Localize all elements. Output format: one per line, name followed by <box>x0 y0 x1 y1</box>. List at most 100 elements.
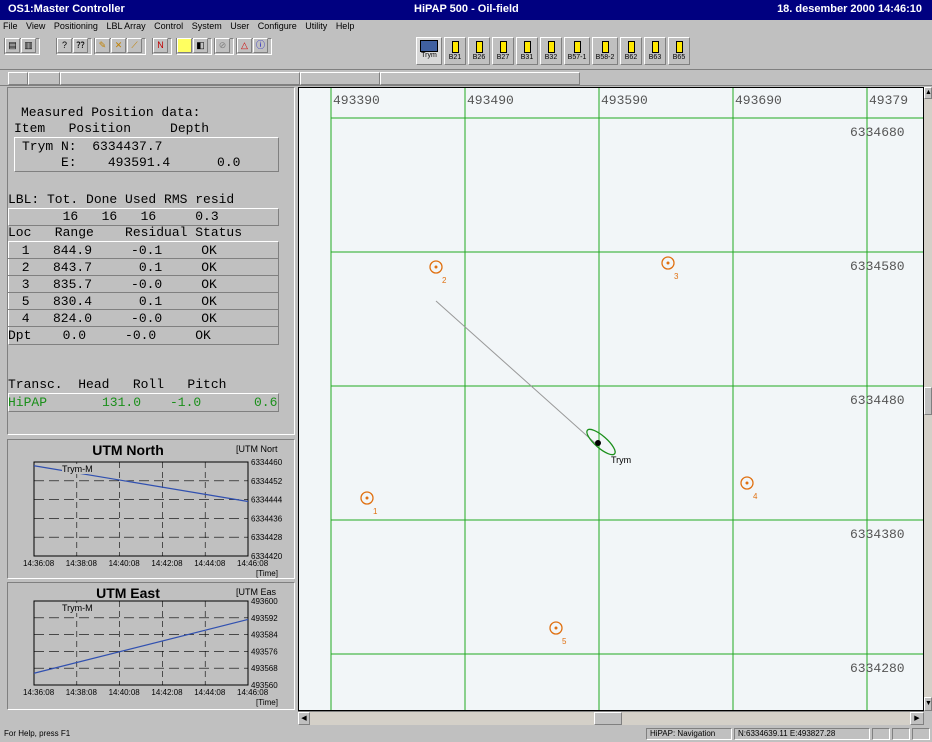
navigation-map[interactable]: 493390 493490 493590 493690 49379 6334680 6334… <box>298 87 924 711</box>
transceiver-header: Transc. Head Roll Pitch <box>8 377 227 392</box>
menu-control[interactable]: Control <box>151 20 186 31</box>
menu-view[interactable]: View <box>23 20 48 31</box>
y-tick-label: 493560 <box>251 681 278 690</box>
status-indicator <box>872 728 890 740</box>
vessel-outline-icon <box>586 428 616 456</box>
table-row-depth: Dpt 0.0 -0.0 OK <box>8 328 211 343</box>
toolbox-icon[interactable]: ▥ <box>21 38 36 53</box>
scroll-down-icon[interactable]: ▼ <box>924 697 932 711</box>
x-tick-label: 14:40:08 <box>109 559 141 568</box>
north-arrow-icon[interactable]: N <box>153 38 168 53</box>
map-easting-label: 493490 <box>467 93 514 108</box>
pencil-icon[interactable]: ✎ <box>95 38 110 53</box>
view-tab[interactable] <box>300 72 380 85</box>
utm-north-chart: UTM North [UTM Nort 14:36:08 14:38:08 14:4… <box>7 439 295 579</box>
table-row: 3 835.7 -0.0 OK <box>14 277 217 292</box>
map-northing-label: 6334280 <box>850 661 905 676</box>
edit-line-icon[interactable]: ⟋ <box>127 38 142 53</box>
scroll-right-icon[interactable]: ▶ <box>910 712 924 725</box>
menu-configure[interactable]: Configure <box>255 20 300 31</box>
map-northing-label: 6334480 <box>850 393 905 408</box>
menu-utility[interactable]: Utility <box>302 20 330 31</box>
x-tick-label: 14:38:08 <box>66 559 98 568</box>
lbl-column-header: Loc Range Residual Status <box>8 225 243 240</box>
legend-label: Trym-M <box>62 603 93 613</box>
menu-user[interactable]: User <box>227 20 252 31</box>
y-tick-label: 6334452 <box>251 477 283 486</box>
menu-bar: File View Positioning LBL Array Control … <box>0 20 932 34</box>
print-icon[interactable]: ▤ <box>5 38 20 53</box>
view-tab[interactable] <box>28 72 60 85</box>
status-indicator <box>892 728 910 740</box>
help-icon[interactable]: ? <box>57 38 72 53</box>
vessel-track <box>435 300 596 444</box>
transponder-button-b21[interactable]: B21 <box>444 37 466 65</box>
map-easting-label: 49379 <box>869 93 908 108</box>
menu-file[interactable]: File <box>0 20 21 31</box>
transponder-button-trym[interactable]: Trym <box>416 37 442 65</box>
scroll-thumb[interactable] <box>594 712 622 725</box>
map-easting-label: 493690 <box>735 93 782 108</box>
highlight-icon[interactable] <box>177 38 192 53</box>
view-tab[interactable] <box>8 72 28 85</box>
measured-title: Measured Position data: <box>21 105 201 120</box>
transponder-button-b58-2[interactable]: B58-2 <box>592 37 618 65</box>
transceiver-roll: -1.0 <box>170 395 202 410</box>
map-northing-label: 6334380 <box>850 527 905 542</box>
measured-header: Item Position Depth <box>14 121 210 136</box>
edit-cross-icon[interactable]: ✕ <box>111 38 126 53</box>
navigation-map-canvas[interactable]: 493390 493490 493590 493690 49379 6334680 6334… <box>299 88 924 711</box>
battery-icon <box>651 41 659 53</box>
table-row: 4 824.0 -0.0 OK <box>14 311 217 326</box>
warning-icon[interactable]: △ <box>237 38 252 53</box>
legend-label: Trym-M <box>62 464 93 474</box>
toolbar: ▤ ▥ ? ⁇ ✎ ✕ ⟋ N ◧ ⊘ △ ⓘ Trym B21 B26 B27… <box>0 34 932 70</box>
x-tick-label: 14:44:08 <box>194 688 226 697</box>
menu-positioning[interactable]: Positioning <box>51 20 101 31</box>
view-tab[interactable] <box>60 72 300 85</box>
transponder-button-b62[interactable]: B62 <box>620 37 642 65</box>
battery-icon <box>675 41 683 53</box>
menu-lbl-array[interactable]: LBL Array <box>103 20 148 31</box>
y-tick-label: 6334460 <box>251 458 283 467</box>
transponder-button-b27[interactable]: B27 <box>492 37 514 65</box>
beacon-center <box>434 265 438 269</box>
transponder-button-b65[interactable]: B65 <box>668 37 690 65</box>
menu-help[interactable]: Help <box>333 20 358 31</box>
scroll-thumb[interactable] <box>924 387 932 415</box>
beacon-label: 4 <box>753 492 758 501</box>
plot-area <box>33 461 249 557</box>
transponder-button-b63[interactable]: B63 <box>644 37 666 65</box>
vessel-label: Trym <box>611 455 631 465</box>
transponder-button-b57-1[interactable]: B57-1 <box>564 37 590 65</box>
menu-system[interactable]: System <box>189 20 225 31</box>
transceiver-row-box <box>8 393 279 412</box>
utm-east-plot: 14:36:08 14:38:08 14:40:08 14:42:08 14:44:08… <box>23 597 278 707</box>
utm-east-chart: UTM East [UTM Eas 14:36:08 14:38:08 14:40:… <box>7 582 295 710</box>
beacon-center <box>365 496 369 500</box>
disabled-tool-icon[interactable]: ⊘ <box>215 38 230 53</box>
table-row: 5 830.4 0.1 OK <box>14 294 217 309</box>
battery-icon <box>547 41 555 53</box>
view-tab[interactable] <box>380 72 580 85</box>
scroll-left-icon[interactable]: ◀ <box>298 712 310 725</box>
battery-icon <box>475 41 483 53</box>
status-indicator <box>912 728 930 740</box>
map-vertical-scrollbar[interactable]: ▲ ▼ <box>924 87 932 711</box>
display-mode-icon[interactable]: ◧ <box>193 38 208 53</box>
plot-area <box>33 600 249 686</box>
x-tick-label: 14:38:08 <box>66 688 98 697</box>
title-bar: OS1:Master Controller HiPAP 500 - Oil-fi… <box>0 0 932 20</box>
transponder-button-b32[interactable]: B32 <box>540 37 562 65</box>
map-horizontal-scrollbar[interactable]: ◀ ▶ <box>298 711 924 725</box>
info-icon[interactable]: ⓘ <box>253 38 268 53</box>
x-unit-label: [Time] <box>256 569 278 578</box>
transponder-button-b26[interactable]: B26 <box>468 37 490 65</box>
transponder-button-b31[interactable]: B31 <box>516 37 538 65</box>
map-northing-label: 6334680 <box>850 125 905 140</box>
utm-north-plot: 14:36:08 14:38:08 14:40:08 14:42:08 14:44:08… <box>23 458 283 578</box>
scroll-up-icon[interactable]: ▲ <box>924 87 932 99</box>
context-help-icon[interactable]: ⁇ <box>73 38 88 53</box>
beacon-center <box>554 626 558 630</box>
x-tick-label: 14:44:08 <box>194 559 226 568</box>
